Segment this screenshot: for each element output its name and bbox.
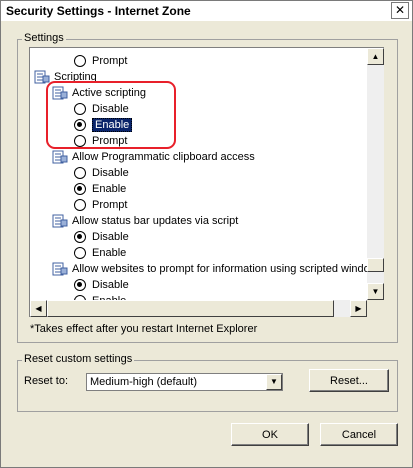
ok-button-label: OK [262, 428, 278, 441]
close-button[interactable]: ✕ [391, 2, 409, 19]
row-label: Prompt [92, 55, 128, 67]
radio-button[interactable] [74, 231, 86, 243]
settings-item-icon [52, 150, 68, 164]
window-title: Security Settings - Internet Zone [6, 4, 191, 18]
radio-button[interactable] [74, 199, 86, 211]
reset-level-select[interactable]: Medium-high (default) ▼ [86, 373, 283, 391]
row-label: Enable [92, 118, 133, 132]
scroll-left-button[interactable]: ◀ [30, 300, 47, 317]
reset-level-value: Medium-high (default) [90, 376, 197, 388]
row-label: Disable [92, 103, 129, 115]
scroll-right-button[interactable]: ▶ [350, 300, 367, 317]
radio-button[interactable] [74, 279, 86, 291]
setting-row: Active scripting [52, 85, 146, 101]
radio-option[interactable]: Disable [74, 277, 129, 293]
row-label: Allow websites to prompt for information… [72, 263, 367, 275]
row-label: Enable [92, 183, 127, 195]
radio-option[interactable]: Disable [74, 165, 129, 181]
ok-button[interactable]: OK [231, 423, 309, 446]
radio-option[interactable]: Enable [74, 293, 126, 300]
settings-item-icon [52, 262, 68, 276]
setting-row: Allow Programmatic clipboard access [52, 149, 255, 165]
radio-button[interactable] [74, 119, 86, 131]
row-label: Prompt [92, 135, 128, 147]
radio-button[interactable] [74, 167, 86, 179]
radio-button[interactable] [74, 103, 86, 115]
row-label: Disable [92, 167, 129, 179]
scroll-down-button[interactable]: ▼ [367, 283, 384, 300]
radio-option[interactable]: Enable [74, 181, 126, 197]
settings-item-icon [52, 86, 68, 100]
radio-option[interactable]: Enable [74, 117, 133, 133]
title-bar: Security Settings - Internet Zone ✕ [1, 1, 412, 21]
row-label: Allow status bar updates via script [72, 215, 239, 227]
setting-row: Allow websites to prompt for information… [52, 261, 367, 277]
radio-button[interactable] [74, 247, 86, 259]
row-label: Disable [92, 279, 129, 291]
settings-tree-list[interactable]: Prompt Scripting Active scripting Disable En… [29, 47, 384, 317]
restart-note: *Takes effect after you restart Internet… [30, 323, 258, 335]
security-settings-dialog: Security Settings - Internet Zone ✕ Sett… [0, 0, 413, 468]
row-label: Prompt [92, 199, 128, 211]
category-row: Scripting [34, 69, 97, 85]
settings-group-label: Settings [22, 32, 66, 44]
settings-tree-content: Prompt Scripting Active scripting Disable En… [30, 48, 367, 300]
row-label: Scripting [54, 71, 97, 83]
reset-button-label: Reset... [330, 374, 368, 387]
setting-row: Allow status bar updates via script [52, 213, 238, 229]
settings-item-icon [52, 214, 68, 228]
radio-option[interactable]: Prompt [74, 53, 127, 69]
row-label: Disable [92, 231, 129, 243]
reset-button[interactable]: Reset... [309, 369, 389, 392]
vertical-scroll-thumb[interactable] [367, 258, 384, 272]
radio-option[interactable]: Prompt [74, 133, 127, 149]
radio-button[interactable] [74, 55, 86, 67]
radio-option[interactable]: Enable [74, 245, 126, 261]
radio-option[interactable]: Disable [74, 101, 129, 117]
radio-option[interactable]: Prompt [74, 197, 127, 213]
row-label: Active scripting [72, 87, 146, 99]
radio-button[interactable] [74, 183, 86, 195]
scrollbar-corner [367, 300, 384, 317]
cancel-button-label: Cancel [341, 428, 377, 441]
horizontal-scroll-thumb[interactable] [47, 300, 334, 317]
vertical-scrollbar[interactable]: ▲ ▼ [367, 48, 384, 300]
chevron-down-icon[interactable]: ▼ [266, 374, 282, 390]
radio-option[interactable]: Disable [74, 229, 129, 245]
settings-category-icon [34, 70, 50, 84]
reset-group-label: Reset custom settings [22, 353, 135, 365]
row-label: Enable [92, 247, 127, 259]
cancel-button[interactable]: Cancel [320, 423, 398, 446]
horizontal-scrollbar[interactable]: ◀ ▶ [30, 300, 367, 317]
row-label: Allow Programmatic clipboard access [72, 151, 255, 163]
scroll-up-button[interactable]: ▲ [367, 48, 384, 65]
radio-button[interactable] [74, 135, 86, 147]
reset-to-label: Reset to: [24, 375, 69, 387]
